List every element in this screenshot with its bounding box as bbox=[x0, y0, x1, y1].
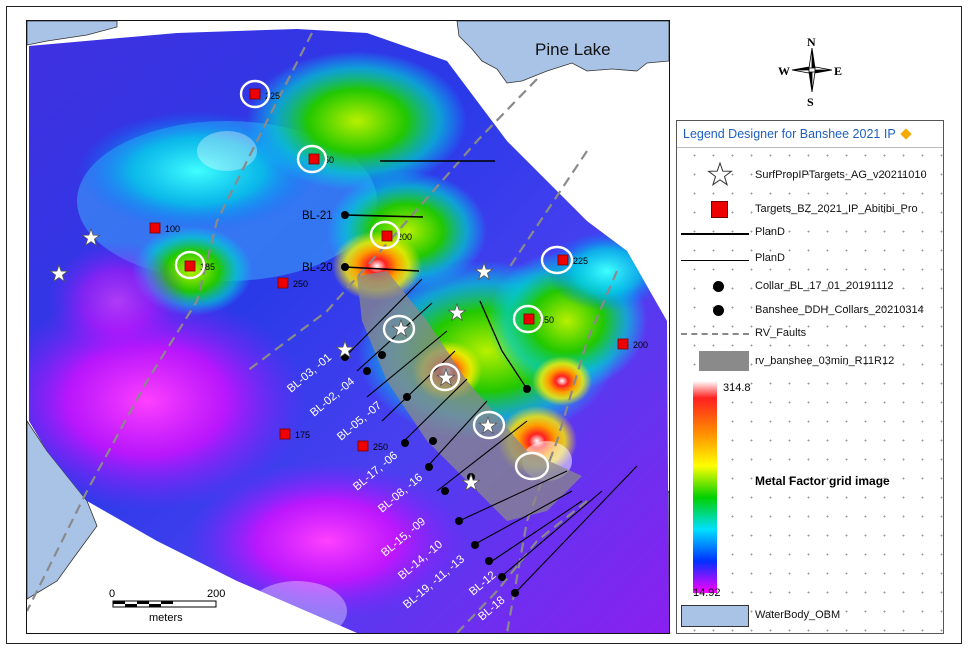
scale-bar: 0 200 meters bbox=[109, 588, 225, 624]
pin-icon[interactable] bbox=[899, 128, 912, 140]
scale-min-label: 0 bbox=[109, 588, 115, 600]
compass-w: W bbox=[778, 64, 790, 78]
legend-label: Targets_BZ_2021_IP_Abitibi_Pro bbox=[755, 203, 918, 215]
legend-label: PlanD bbox=[755, 252, 785, 264]
legend-label: RV_Faults bbox=[755, 327, 807, 339]
scale-max-label: 200 bbox=[207, 588, 225, 600]
legend-label: Banshee_DDH_Collars_20210314 bbox=[755, 304, 924, 316]
legend-panel: Legend Designer for Banshee 2021 IP Surf… bbox=[676, 120, 944, 634]
colorbar-min: 14.92 bbox=[693, 587, 721, 599]
target-label: 100 bbox=[165, 224, 180, 234]
black-dot-icon bbox=[713, 281, 724, 292]
red-square-icon bbox=[711, 201, 728, 218]
legend-item-pland-thick: PlanD bbox=[677, 225, 943, 249]
target-label: 225 bbox=[573, 256, 588, 266]
star-icon bbox=[707, 161, 733, 186]
compass-e: E bbox=[834, 64, 842, 78]
legend-item-stars: SurfPropIPTargets_AG_v20211010 bbox=[677, 161, 943, 187]
legend-item-ddh-collars: Banshee_DDH_Collars_20210314 bbox=[677, 301, 943, 325]
compass-rose-icon bbox=[791, 47, 833, 93]
colorbar-title: Metal Factor grid image bbox=[755, 474, 890, 488]
legend-label: WaterBody_OBM bbox=[755, 609, 841, 621]
legend-label: rv_banshee_03min_R11R12 bbox=[755, 355, 895, 367]
legend-item-collar: Collar_BL_17_01_20191112 bbox=[677, 277, 943, 301]
legend-label: Collar_BL_17_01_20191112 bbox=[755, 280, 894, 292]
legend-header[interactable]: Legend Designer for Banshee 2021 IP bbox=[677, 121, 943, 148]
colorbar-max: 314.8 bbox=[723, 382, 751, 394]
legend-label: SurfPropIPTargets_AG_v20211010 bbox=[755, 169, 927, 181]
legend-item-waterbody: WaterBody_OBM bbox=[677, 605, 943, 629]
scale-unit-label: meters bbox=[149, 612, 183, 624]
map-panel[interactable]: 225 50 100 185 200 250 225 150 200 175 2… bbox=[26, 20, 670, 634]
colorbar bbox=[693, 381, 717, 593]
target-label: 175 bbox=[295, 430, 310, 440]
compass-s: S bbox=[807, 95, 814, 106]
compass-n: N bbox=[807, 35, 816, 49]
water-swatch-icon bbox=[681, 605, 749, 627]
gray-rect-icon bbox=[699, 351, 749, 371]
legend-item-pland-thin: PlanD bbox=[677, 251, 943, 275]
target-label: 200 bbox=[633, 340, 648, 350]
legend-title: Legend Designer for Banshee 2021 IP bbox=[683, 127, 896, 141]
legend-item-targets: Targets_BZ_2021_IP_Abitibi_Pro bbox=[677, 199, 943, 223]
legend-label: PlanD bbox=[755, 226, 785, 238]
legend-item-banshee: rv_banshee_03min_R11R12 bbox=[677, 351, 943, 375]
black-dot-icon bbox=[713, 305, 724, 316]
lake-label: Pine Lake bbox=[535, 40, 611, 59]
target-label: 250 bbox=[293, 279, 308, 289]
thick-line-icon bbox=[681, 233, 749, 235]
target-label: 250 bbox=[373, 442, 388, 452]
legend-item-faults: RV_Faults bbox=[677, 325, 943, 349]
drillhole-label: BL-21 bbox=[302, 210, 333, 222]
north-arrow: N S E W bbox=[778, 34, 846, 109]
dashed-line-icon bbox=[681, 333, 749, 335]
drillhole-label: BL-20 bbox=[302, 262, 333, 274]
metal-factor-grid bbox=[29, 29, 669, 633]
thin-line-icon bbox=[681, 260, 749, 261]
